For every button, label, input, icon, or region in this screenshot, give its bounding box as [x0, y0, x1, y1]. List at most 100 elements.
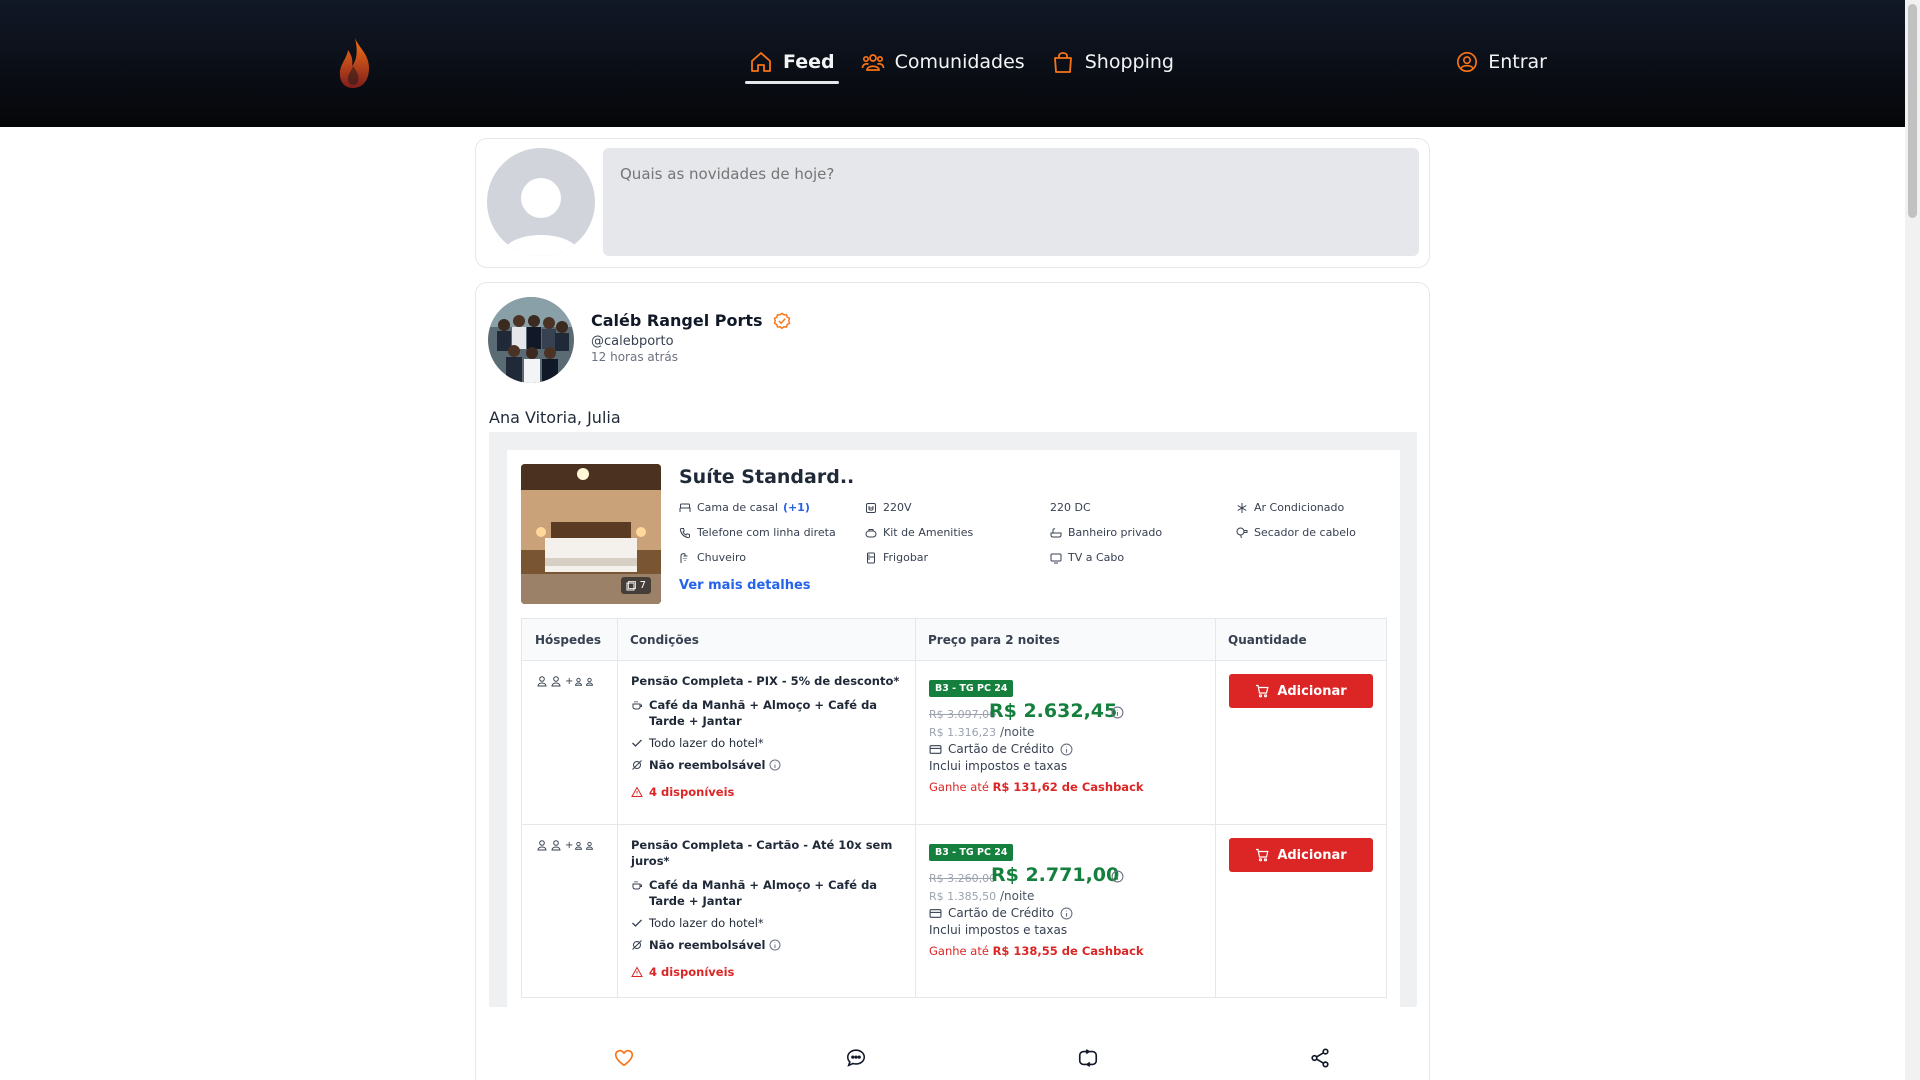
price-info-icon[interactable] — [1111, 870, 1124, 883]
nav-comunidades-label: Comunidades — [894, 51, 1025, 73]
amenity-label: Ar Condicionado — [1254, 501, 1345, 514]
fridge-icon — [867, 552, 875, 563]
guest-capacity: + — [536, 839, 596, 851]
user-avatar-placeholder — [487, 148, 595, 256]
per-night-label: /noite — [999, 889, 1035, 903]
shared-room-embed: 7 Suíte Standard.. Cama de casal (+1) 22… — [489, 432, 1417, 1007]
share-icon — [1311, 1048, 1329, 1068]
author-handle[interactable]: @calebporto — [591, 334, 674, 349]
info-icon[interactable] — [769, 939, 781, 951]
adult-icon — [551, 676, 561, 687]
cart-icon — [1256, 848, 1269, 862]
plus-icon: + — [565, 839, 574, 851]
current-price: R$ 2.771,00 — [991, 864, 1120, 886]
info-icon[interactable] — [769, 759, 781, 771]
room-photo[interactable]: 7 — [521, 464, 661, 604]
rate-meals: Café da Manhã + Almoço + Café da Tarde +… — [631, 877, 911, 909]
amenities-icon — [865, 528, 877, 537]
info-icon[interactable] — [1060, 907, 1073, 920]
like-button[interactable] — [604, 1038, 644, 1078]
old-price: R$ 3.097,00 — [929, 708, 997, 721]
rate-refund: Não reembolsável — [631, 937, 911, 953]
cashback-value: R$ 131,62 de Cashback — [992, 780, 1144, 794]
rate-leisure-text: Todo lazer do hotel* — [649, 736, 764, 750]
login-button[interactable]: Entrar — [1456, 40, 1547, 84]
amenity-label: Secador de cabelo — [1254, 526, 1356, 539]
adult-icon — [537, 840, 547, 851]
payment-text: Cartão de Crédito — [948, 906, 1055, 920]
nav-feed[interactable]: Feed — [745, 40, 839, 84]
plus-icon: + — [565, 675, 574, 687]
adult-icon — [551, 840, 561, 851]
post-composer — [475, 138, 1430, 268]
child-icon — [586, 677, 594, 686]
rate-meals-text: Café da Manhã + Almoço + Café da Tarde +… — [649, 878, 878, 908]
composer-input[interactable] — [603, 148, 1419, 256]
scrollbar-thumb[interactable] — [1908, 4, 1917, 218]
col-header-guests: Hóspedes — [535, 633, 602, 647]
default-avatar-icon — [501, 178, 581, 256]
col-divider — [915, 619, 916, 660]
post-text: Ana Vitoria, Julia — [489, 408, 621, 427]
shopping-bag-icon — [1053, 52, 1072, 73]
no-refund-icon — [632, 940, 642, 950]
meal-icon — [632, 701, 642, 710]
guest-capacity: + — [536, 675, 596, 687]
amenity-extra-count[interactable]: (+1) — [783, 501, 810, 514]
col-divider — [915, 661, 916, 824]
rate-refund-text: Não reembolsável — [649, 758, 766, 772]
amenity-label: Frigobar — [883, 551, 929, 564]
amenity-220v: 220V — [865, 501, 912, 514]
bath-icon — [1050, 527, 1062, 537]
add-button[interactable]: Adicionar — [1229, 674, 1373, 708]
meal-icon — [632, 881, 642, 890]
photo-count: 7 — [639, 580, 646, 591]
per-night-value: R$ 1.316,23 — [929, 726, 997, 739]
rate-meals-text: Café da Manhã + Almoço + Café da Tarde +… — [649, 698, 878, 728]
col-header-price: Preço para 2 noites — [928, 633, 1060, 647]
feed-post: Caléb Rangel Ports @calebporto 12 horas … — [475, 282, 1430, 1080]
amenity-label: Kit de Amenities — [883, 526, 974, 539]
share-button[interactable] — [1300, 1038, 1340, 1078]
hairdryer-icon — [1236, 527, 1248, 538]
nav-shopping[interactable]: Shopping — [1047, 40, 1178, 84]
add-button[interactable]: Adicionar — [1229, 838, 1373, 872]
cashback-note: Ganhe até R$ 131,62 de Cashback — [929, 780, 1144, 794]
rate-title: Pensão Completa - PIX - 5% de desconto* — [631, 674, 900, 688]
adult-icon — [537, 676, 547, 687]
price-info-icon[interactable] — [1111, 706, 1124, 719]
amenity-banheiro: Banheiro privado — [1050, 526, 1162, 539]
amenity-chuveiro: Chuveiro — [679, 551, 746, 564]
main-nav: Feed Comunidades Shopping — [745, 40, 1196, 84]
rate-row: + Pensão Completa - PIX - 5% de desconto… — [522, 661, 1386, 825]
rates-table: Hóspedes Condições Preço para 2 noites Q… — [521, 618, 1387, 998]
room-card: 7 Suíte Standard.. Cama de casal (+1) 22… — [507, 450, 1400, 1007]
flame-logo-icon[interactable] — [333, 36, 377, 90]
more-details-link[interactable]: Ver mais detalhes — [679, 578, 811, 593]
phone-icon — [679, 527, 690, 538]
login-label: Entrar — [1488, 51, 1547, 73]
verified-badge-icon — [773, 311, 790, 329]
col-divider — [1215, 661, 1216, 824]
rate-code-badge: B3 - TG PC 24 — [929, 680, 1014, 697]
col-divider — [617, 619, 618, 660]
taxes-note: Inclui impostos e taxas — [929, 759, 1068, 773]
bed-icon — [679, 503, 691, 512]
comment-button[interactable] — [836, 1038, 876, 1078]
amenity-telefone: Telefone com linha direta — [679, 526, 836, 539]
author-avatar[interactable] — [488, 297, 574, 383]
nav-comunidades[interactable]: Comunidades — [857, 40, 1029, 84]
no-refund-icon — [632, 760, 642, 770]
cart-icon — [1256, 684, 1269, 698]
author-name[interactable]: Caléb Rangel Ports — [591, 311, 791, 330]
repost-button[interactable] — [1068, 1038, 1108, 1078]
info-icon[interactable] — [1060, 743, 1073, 756]
child-icon — [575, 677, 583, 686]
check-icon — [632, 919, 642, 927]
rate-leisure: Todo lazer do hotel* — [631, 915, 911, 931]
credit-card-icon — [929, 908, 942, 918]
amenity-kit: Kit de Amenities — [865, 526, 973, 539]
add-button-label: Adicionar — [1277, 847, 1347, 863]
old-price: R$ 3.260,00 — [929, 872, 997, 885]
cashback-value: R$ 138,55 de Cashback — [992, 944, 1144, 958]
